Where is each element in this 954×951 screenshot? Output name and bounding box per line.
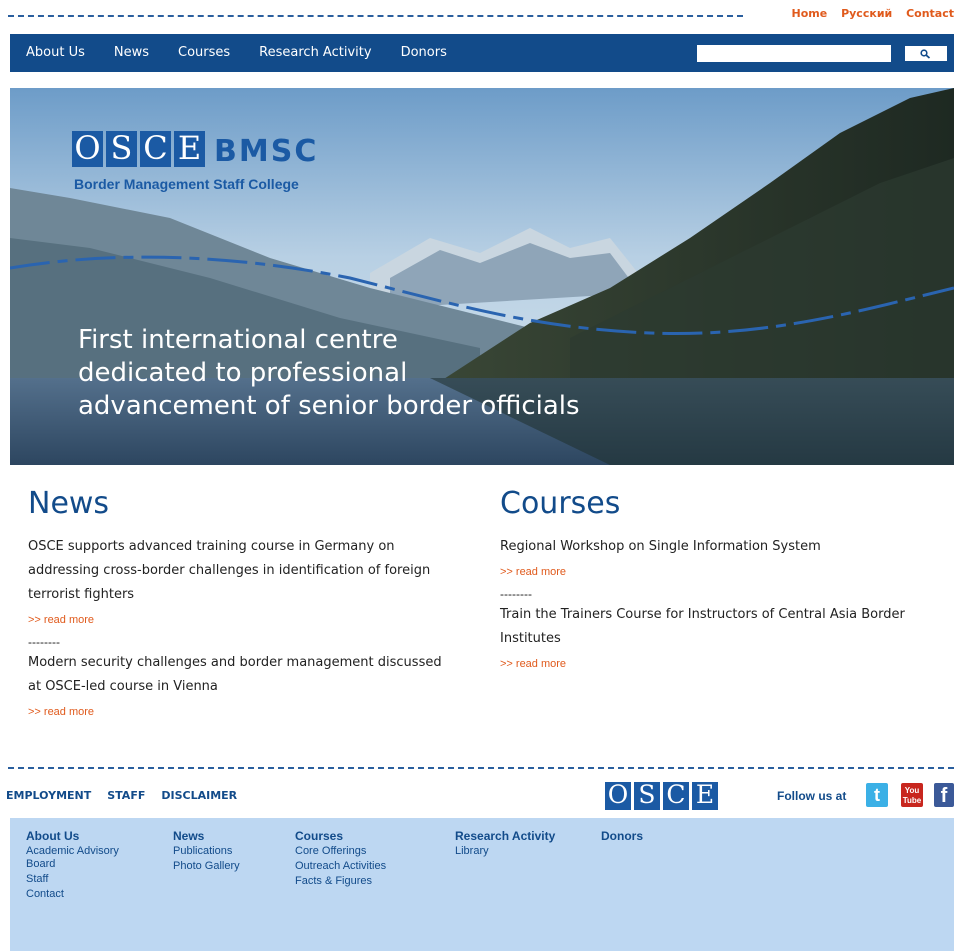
news-item-text: OSCE supports advanced training course i… <box>28 539 431 602</box>
news-item-text: Modern security challenges and border ma… <box>28 655 442 694</box>
search-icon <box>920 48 931 59</box>
footer-research-title[interactable]: Research Activity <box>455 830 595 843</box>
hero-tagline: First international centre dedicated to … <box>78 324 678 423</box>
nav-about-us[interactable]: About Us <box>26 45 85 60</box>
search-input[interactable] <box>697 45 891 62</box>
hero-line-2: dedicated to professional <box>78 358 408 388</box>
search-button[interactable] <box>904 45 948 62</box>
news-heading: News <box>28 486 110 521</box>
hero-banner: O S C E BMSC Border Management Staff Col… <box>10 88 954 465</box>
footer-link-staff[interactable]: Staff <box>26 873 146 886</box>
footer-link-contact[interactable]: Contact <box>26 888 146 901</box>
logo-letter-c: C <box>140 131 171 167</box>
nav-items: About Us News Courses Research Activity … <box>26 45 476 60</box>
footer-col-courses: Courses Core Offerings Outreach Activiti… <box>295 830 435 890</box>
footer-link-library[interactable]: Library <box>455 845 595 858</box>
footer-donors-title[interactable]: Donors <box>601 830 681 843</box>
footer-col-news: News Publications Photo Gallery <box>173 830 283 875</box>
footer-nav: About Us Academic Advisory Board Staff C… <box>10 818 954 951</box>
footer-about-title[interactable]: About Us <box>26 830 146 843</box>
nav-donors[interactable]: Donors <box>401 45 447 60</box>
footer-link-academic-advisory-board[interactable]: Academic Advisory Board <box>26 845 146 871</box>
youtube-icon-top: You <box>904 786 920 795</box>
top-strip: Home Русский Contact <box>0 0 954 32</box>
footer-link-facts-figures[interactable]: Facts & Figures <box>295 875 435 888</box>
home-link[interactable]: Home <box>792 7 828 20</box>
news-separator: -------- <box>28 635 60 649</box>
courses-heading: Courses <box>500 486 621 521</box>
footer-logo-letter-o: O <box>605 782 631 810</box>
course-read-more-link[interactable]: >> read more <box>500 651 930 677</box>
hero-line-1: First international centre <box>78 325 398 355</box>
facebook-icon[interactable]: f <box>934 783 954 807</box>
osce-letters: O S C E <box>72 131 208 167</box>
top-dashed-divider <box>8 15 743 17</box>
employment-link[interactable]: EMPLOYMENT <box>6 789 91 802</box>
course-item-text: Regional Workshop on Single Information … <box>500 539 821 554</box>
logo-letter-o: O <box>72 131 103 167</box>
course-read-more-link[interactable]: >> read more <box>500 559 930 585</box>
news-read-more-link[interactable]: >> read more <box>28 699 448 725</box>
logo-letter-e: E <box>174 131 205 167</box>
twitter-icon[interactable]: t <box>866 783 888 807</box>
osce-bmsc-logo[interactable]: O S C E BMSC <box>72 131 318 167</box>
russian-language-link[interactable]: Русский <box>841 7 892 20</box>
top-links: Home Русский Contact <box>782 7 954 20</box>
footer-link-publications[interactable]: Publications <box>173 845 283 858</box>
footer-col-donors: Donors <box>601 830 681 845</box>
footer-logo-letter-s: S <box>634 782 660 810</box>
footer-link-outreach-activities[interactable]: Outreach Activities <box>295 860 435 873</box>
course-item-text: Train the Trainers Course for Instructor… <box>500 607 905 646</box>
footer-link-core-offerings[interactable]: Core Offerings <box>295 845 435 858</box>
hero-line-3: advancement of senior border officials <box>78 391 580 421</box>
disclaimer-link[interactable]: DISCLAIMER <box>161 789 237 802</box>
footer-news-title[interactable]: News <box>173 830 283 843</box>
follow-us-label: Follow us at <box>777 789 847 803</box>
youtube-icon[interactable]: You Tube <box>901 783 923 807</box>
nav-news[interactable]: News <box>114 45 149 60</box>
footer-col-research: Research Activity Library <box>455 830 595 860</box>
footer-osce-logo[interactable]: O S C E <box>605 782 721 810</box>
main-nav: About Us News Courses Research Activity … <box>10 34 954 72</box>
news-read-more-link[interactable]: >> read more <box>28 607 448 633</box>
footer-logo-letter-e: E <box>692 782 718 810</box>
footer-links: EMPLOYMENT STAFF DISCLAIMER <box>6 789 253 802</box>
staff-link[interactable]: STAFF <box>107 789 145 802</box>
youtube-icon-bottom: Tube <box>902 796 922 805</box>
nav-research-activity[interactable]: Research Activity <box>259 45 371 60</box>
courses-separator: -------- <box>500 587 532 601</box>
logo-letter-s: S <box>106 131 137 167</box>
news-section: News OSCE supports advanced training cou… <box>28 486 448 725</box>
footer-link-photo-gallery[interactable]: Photo Gallery <box>173 860 283 873</box>
logo-bmsc: BMSC <box>214 134 319 169</box>
nav-courses[interactable]: Courses <box>178 45 230 60</box>
contact-link[interactable]: Contact <box>906 7 954 20</box>
courses-section: Courses Regional Workshop on Single Info… <box>500 486 930 677</box>
logo-subtitle: Border Management Staff College <box>74 176 299 192</box>
footer-logo-letter-c: C <box>663 782 689 810</box>
footer-dashed-divider <box>8 767 954 769</box>
footer-courses-title[interactable]: Courses <box>295 830 435 843</box>
footer-col-about: About Us Academic Advisory Board Staff C… <box>26 830 146 903</box>
